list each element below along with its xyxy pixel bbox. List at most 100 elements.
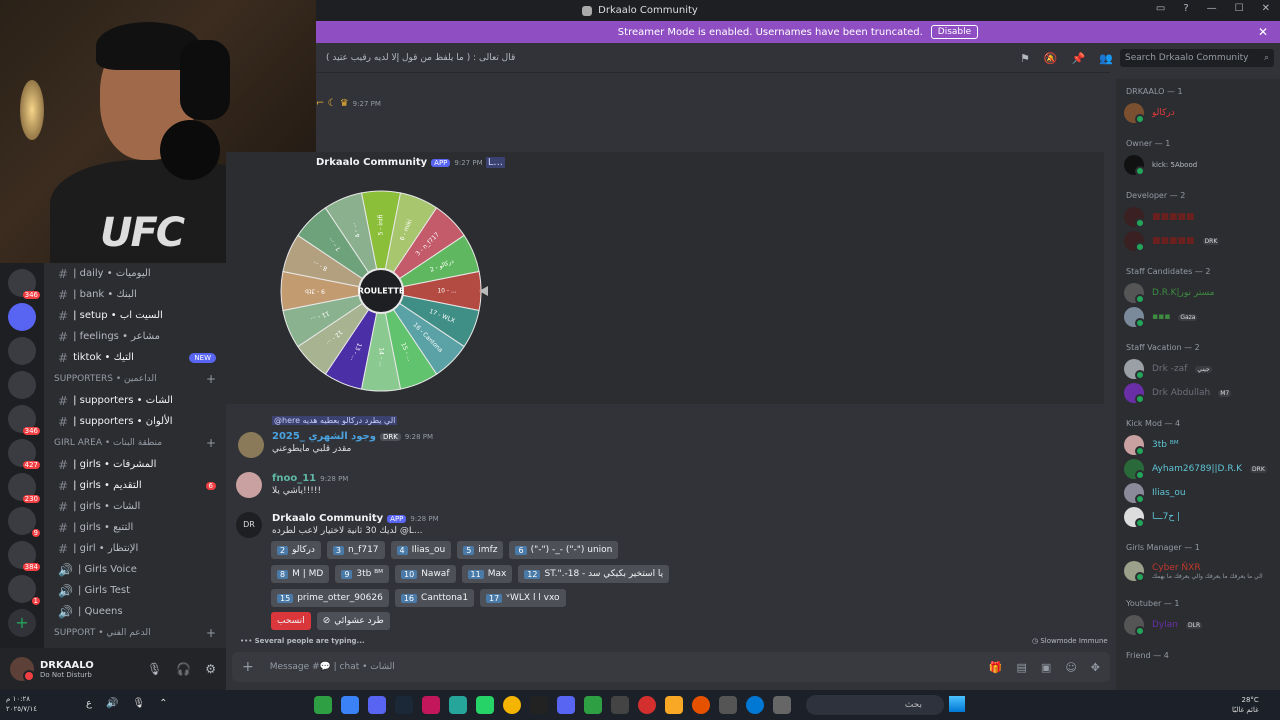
channel-daily[interactable]: # | daily • اليوميات bbox=[44, 263, 226, 284]
member[interactable]: ■■■■■ bbox=[1116, 205, 1280, 229]
add-channel-icon[interactable]: + bbox=[206, 626, 216, 640]
members-icon[interactable]: 👥 bbox=[1099, 52, 1113, 65]
clock[interactable]: ١٠:٢٨ م ٢٠٢٥/٧/١٤ bbox=[6, 694, 37, 714]
steam-icon[interactable] bbox=[395, 696, 413, 714]
app-icon[interactable] bbox=[341, 696, 359, 714]
member[interactable]: Ayham26789||D.R.K DRK bbox=[1116, 457, 1280, 481]
server-icon[interactable] bbox=[8, 303, 36, 331]
app-icon[interactable] bbox=[530, 696, 548, 714]
message-author[interactable]: Drkaalo Community bbox=[272, 513, 383, 524]
microphone-icon[interactable]: 🎙 bbox=[147, 662, 162, 676]
taskbar-search[interactable]: بحث bbox=[806, 695, 944, 715]
player-pick-button[interactable]: 8M | MD bbox=[271, 565, 330, 583]
player-pick-button[interactable]: 2 دركالو bbox=[271, 541, 321, 559]
app-icon[interactable] bbox=[314, 696, 332, 714]
member[interactable]: ■■■■■ DRK bbox=[1116, 229, 1280, 253]
player-pick-button[interactable]: 6 ("-") -_- ("-") union bbox=[509, 541, 619, 559]
player-pick-button[interactable]: 16 Canttona1 bbox=[394, 589, 475, 607]
server-icon[interactable]: 230 bbox=[8, 473, 40, 503]
withdraw-button[interactable]: انسحب bbox=[271, 612, 311, 630]
close-window-button[interactable]: ✕ bbox=[1262, 3, 1270, 14]
member[interactable]: ▪▪▪ Gaza bbox=[1116, 305, 1280, 329]
server-icon[interactable] bbox=[8, 337, 36, 365]
chevron-up-icon[interactable]: ⌃ bbox=[159, 698, 167, 709]
server-icon[interactable]: 1 bbox=[8, 575, 40, 605]
app-icon[interactable] bbox=[422, 696, 440, 714]
member[interactable]: Dylan DLR bbox=[1116, 613, 1280, 637]
search-input[interactable]: Search Drkaalo Community ⌕ bbox=[1120, 49, 1274, 67]
app-icon[interactable] bbox=[719, 696, 737, 714]
member[interactable]: ح7ـــا | bbox=[1116, 505, 1280, 529]
player-pick-button[interactable]: 10 Nawaf bbox=[395, 565, 456, 583]
close-banner-icon[interactable]: ✕ bbox=[1258, 25, 1268, 39]
headphones-icon[interactable]: 🎧 bbox=[176, 662, 191, 676]
channel-girls-chat[interactable]: # | girls • الشات bbox=[44, 496, 226, 517]
category-support[interactable]: SUPPORT • الدعم الفني + bbox=[44, 622, 226, 644]
member[interactable]: D.R.K|مستر نور bbox=[1116, 281, 1280, 305]
add-channel-icon[interactable]: + bbox=[206, 436, 216, 450]
channel-girls-mods[interactable]: # | girls • المشرفات bbox=[44, 454, 226, 475]
help-icon[interactable]: ? bbox=[1183, 3, 1188, 14]
gif-icon[interactable]: ▤ bbox=[1017, 661, 1027, 674]
add-channel-icon[interactable]: + bbox=[206, 372, 216, 386]
voice-girls-test[interactable]: 🔊 | Girls Test bbox=[44, 580, 226, 601]
server-icon[interactable] bbox=[8, 371, 36, 399]
mic-tray-icon[interactable]: 🎙 bbox=[132, 698, 145, 709]
message-author[interactable]: fnoo_11 bbox=[272, 473, 316, 484]
app-icon[interactable] bbox=[692, 696, 710, 714]
avatar[interactable]: DR bbox=[236, 512, 262, 538]
sticker-icon[interactable]: ▣ bbox=[1041, 661, 1051, 674]
server-icon[interactable]: 384 bbox=[8, 541, 40, 571]
inbox-icon[interactable]: ▭ bbox=[1156, 3, 1165, 14]
member[interactable]: kick: 5Abood bbox=[1116, 153, 1280, 177]
gift-icon[interactable]: 🎁 bbox=[989, 661, 1003, 674]
discord-icon[interactable] bbox=[557, 696, 575, 714]
server-icon[interactable]: 346 bbox=[8, 405, 40, 435]
player-pick-button[interactable]: 12 ST.".-18 - يا استخير بكيكي سد bbox=[518, 565, 670, 583]
weather-widget[interactable]: 28°C غائم غالبًا bbox=[1232, 695, 1259, 715]
app-icon[interactable] bbox=[611, 696, 629, 714]
app-icon[interactable] bbox=[584, 696, 602, 714]
channel-supporters-chat[interactable]: # | supporters • الشات bbox=[44, 390, 226, 411]
player-pick-button[interactable]: 4 Ilias_ou bbox=[390, 541, 452, 559]
random-kick-button[interactable]: ⊘ طرد عشوائي bbox=[316, 612, 390, 630]
app-icon[interactable] bbox=[449, 696, 467, 714]
avatar[interactable] bbox=[238, 432, 264, 458]
message-author[interactable]: وجود الشهري _2025 bbox=[272, 431, 376, 442]
volume-icon[interactable]: 🔊 bbox=[106, 698, 118, 709]
minimize-button[interactable]: — bbox=[1207, 3, 1217, 14]
language-indicator[interactable]: ع bbox=[86, 698, 92, 709]
chrome-icon[interactable] bbox=[503, 696, 521, 714]
server-icon[interactable]: 9 bbox=[8, 507, 40, 537]
gear-icon[interactable]: ⚙ bbox=[205, 662, 216, 676]
windows-start-icon[interactable] bbox=[949, 696, 965, 712]
mention[interactable]: L... bbox=[485, 157, 505, 168]
app-icon[interactable] bbox=[638, 696, 656, 714]
add-attachment-icon[interactable]: + bbox=[242, 659, 254, 675]
disable-streamer-button[interactable]: Disable bbox=[930, 25, 979, 39]
reply-preview[interactable]: @here الي يطرد دركالو بعطيه هديه bbox=[272, 416, 398, 425]
category-supporters[interactable]: Supporters • الداعمين + bbox=[44, 368, 226, 390]
member[interactable]: Cyber ŇXR الي ما يعرفك ما يعرفك والي يعرف… bbox=[1116, 557, 1280, 585]
message-input[interactable]: + Message #💬 | chat • الشات 🎁 ▤ ▣ ☺ ✥ bbox=[232, 652, 1110, 682]
channel-setup[interactable]: # | setup • السيت اب bbox=[44, 305, 226, 326]
player-pick-button[interactable]: 9 3tb ᴮᴹ bbox=[335, 565, 390, 583]
pin-icon[interactable]: 📌 bbox=[1072, 52, 1086, 65]
notifications-icon[interactable]: 🔕 bbox=[1044, 52, 1058, 65]
voice-queens[interactable]: 🔊 | Queens bbox=[44, 601, 226, 622]
member[interactable]: 3tb ᴮᴹ bbox=[1116, 433, 1280, 457]
apps-icon[interactable]: ✥ bbox=[1091, 661, 1100, 674]
member[interactable]: Drk -zaf جيني bbox=[1116, 357, 1280, 381]
threads-icon[interactable]: ⚑ bbox=[1020, 52, 1030, 65]
app-icon[interactable] bbox=[773, 696, 791, 714]
voice-girls-voice[interactable]: 🔊 | Girls Voice bbox=[44, 559, 226, 580]
player-pick-button[interactable]: 11 Max bbox=[461, 565, 513, 583]
bot-author[interactable]: Drkaalo Community bbox=[316, 157, 427, 168]
channel-tiktok[interactable]: # tiktok • التيك NEW bbox=[44, 347, 226, 368]
emoji-icon[interactable]: ☺ bbox=[1065, 661, 1076, 674]
avatar[interactable] bbox=[10, 657, 35, 682]
player-pick-button[interactable]: 5 imfz bbox=[457, 541, 504, 559]
edge-icon[interactable] bbox=[746, 696, 764, 714]
channel-girls-apply[interactable]: # | girls • التقديم 6 bbox=[44, 475, 226, 496]
maximize-button[interactable]: ☐ bbox=[1235, 3, 1244, 14]
